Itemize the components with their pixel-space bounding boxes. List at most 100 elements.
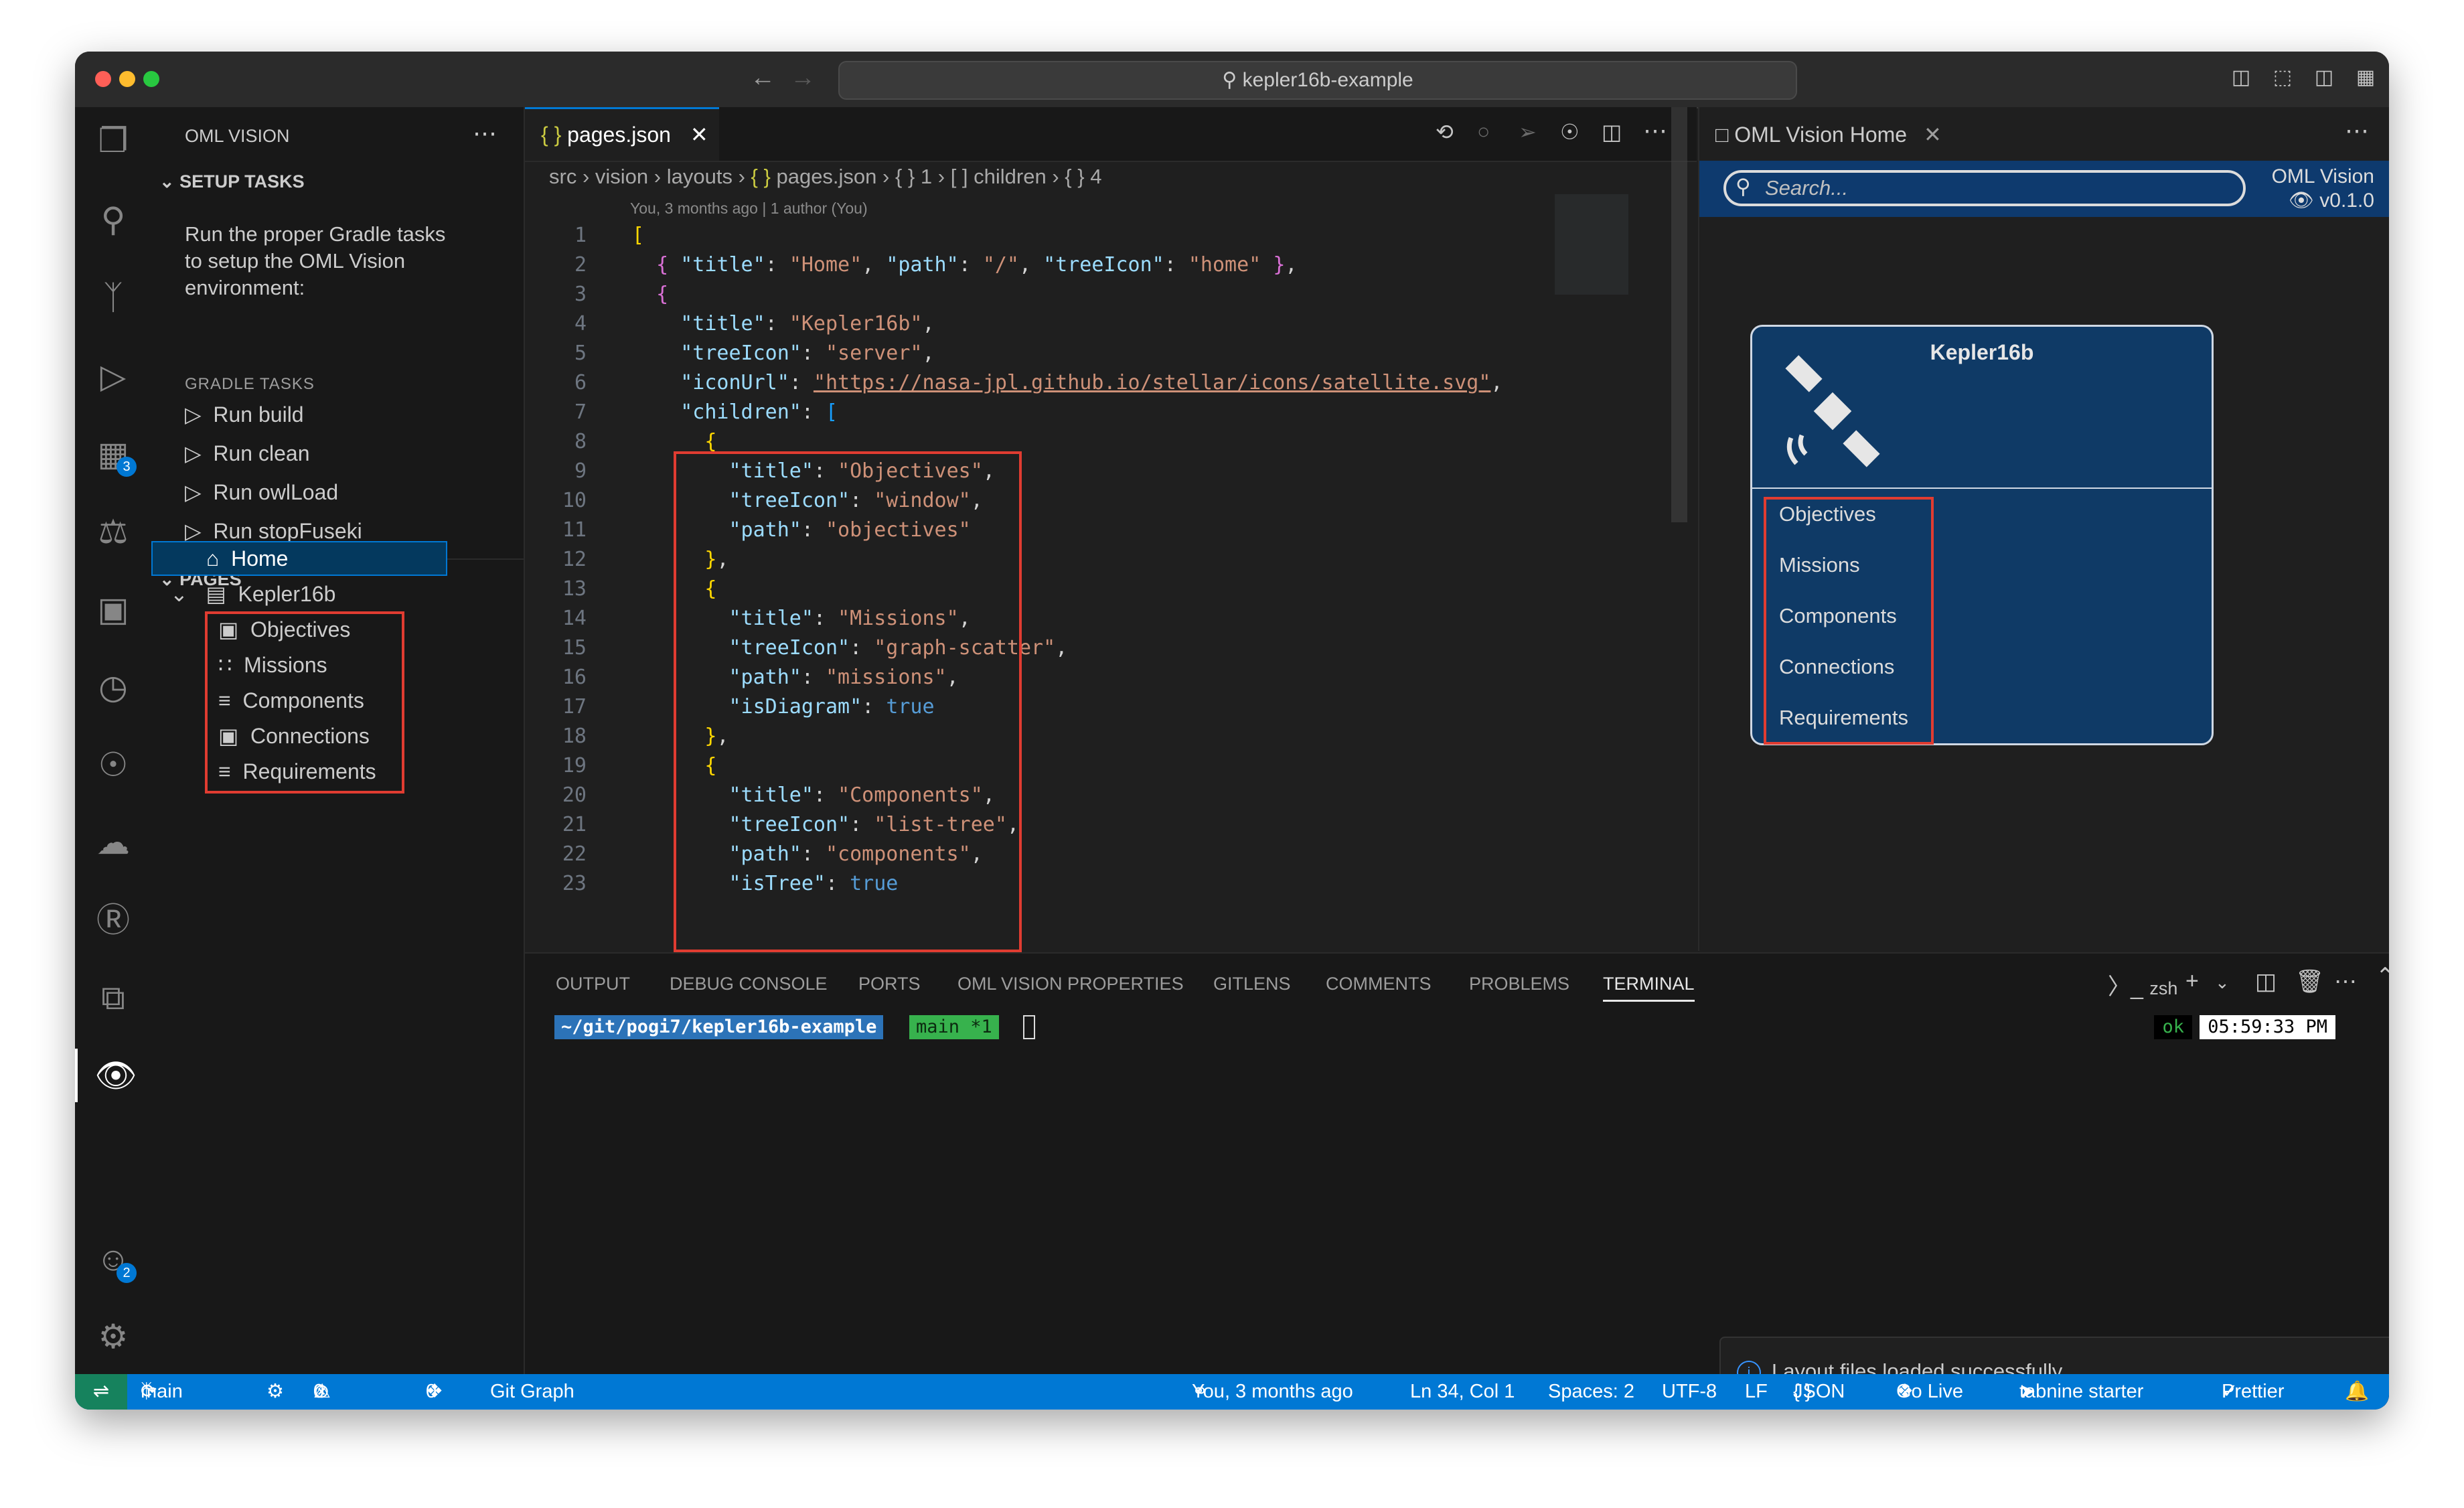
indentation[interactable]: Spaces: 2 xyxy=(1548,1374,1634,1410)
page-home[interactable]: ⌂ Home xyxy=(206,541,288,576)
split-terminal-icon[interactable]: ◫ xyxy=(2255,968,2277,995)
toggle-secondary-sidebar-icon[interactable]: ◫ xyxy=(2313,66,2335,89)
breadcrumb-vision[interactable]: vision xyxy=(595,165,648,188)
close-window-button[interactable] xyxy=(95,71,111,87)
timeline-icon[interactable]: ◷ xyxy=(75,660,151,714)
testing-icon[interactable]: ⚖ xyxy=(75,505,151,558)
encoding[interactable]: UTF-8 xyxy=(1662,1374,1717,1410)
setup-tasks-header[interactable]: ⌄ SETUP TASKS xyxy=(159,171,305,192)
tab-ports[interactable]: PORTS xyxy=(858,974,921,994)
settings-gear-icon[interactable]: ⚙ xyxy=(75,1310,151,1363)
chevron-down-icon[interactable]: ⌄ xyxy=(2215,972,2230,993)
minimap[interactable] xyxy=(1555,194,1628,295)
oml-vision-home-panel: □ OML Vision Home ✕ ⋯ ⚲ Search... OML Vi… xyxy=(1698,107,2389,951)
explorer-icon[interactable]: ❐ xyxy=(75,114,151,167)
end-of-line[interactable]: LF xyxy=(1745,1374,1768,1410)
tabnine-logo-icon: ➤ xyxy=(2019,1381,2036,1402)
extensions-icon[interactable]: ▦ xyxy=(75,427,151,481)
live-share-icon[interactable]: ⧉ xyxy=(75,971,151,1025)
bottom-panel: OUTPUT DEBUG CONSOLE PORTS OML VISION PR… xyxy=(525,952,2389,1406)
sync-icon: ⟳ xyxy=(141,1381,157,1402)
terminal-shell-icon[interactable]: 〉_ zsh xyxy=(2108,968,2177,1001)
task-run-clean[interactable]: ▷ Run clean xyxy=(185,441,309,466)
toggle-panel-icon[interactable]: ⬚ xyxy=(2271,66,2294,89)
task-run-build[interactable]: ▷ Run build xyxy=(185,402,304,427)
close-tab-icon[interactable]: ✕ xyxy=(690,123,708,147)
play-icon: ▷ xyxy=(185,480,214,504)
gitlens-icon[interactable]: ☉ xyxy=(75,738,151,791)
card-divider xyxy=(1752,487,2212,489)
search-icon: ⚲ xyxy=(1222,69,1243,91)
play-icon: ▷ xyxy=(185,519,214,543)
oml-toolbar: ⚲ Search... OML Vision 👁 v0.1.0 xyxy=(1699,161,2389,217)
codelens-blame[interactable]: You, 3 months ago | 1 author (You) xyxy=(630,200,868,218)
breadcrumb-file[interactable]: pages.json xyxy=(776,165,876,188)
breadcrumb-array-1[interactable]: 1 xyxy=(921,165,932,188)
task-run-stopfuseki[interactable]: ▷ Run stopFuseki xyxy=(185,518,362,544)
icon-url-link[interactable]: "https://nasa-jpl.github.io/stellar/icon… xyxy=(814,371,1490,394)
remote-explorer-icon[interactable]: ▣ xyxy=(75,583,151,636)
search-icon: ⚲ xyxy=(1736,175,1751,198)
breadcrumb-children[interactable]: children xyxy=(974,165,1047,188)
tab-terminal[interactable]: TERMINAL xyxy=(1603,974,1695,1002)
open-changes-icon[interactable]: ☉ xyxy=(1560,119,1580,145)
trash-icon[interactable]: 🗑 xyxy=(2295,968,2324,995)
tab-comments[interactable]: COMMENTS xyxy=(1326,974,1432,994)
more-actions-icon[interactable]: ⋯ xyxy=(473,119,497,147)
previous-change-icon[interactable]: ○ xyxy=(1477,119,1490,144)
forward-arrow-icon[interactable]: → xyxy=(790,64,816,92)
sidebar-title: OML VISION xyxy=(185,126,290,146)
tab-output[interactable]: OUTPUT xyxy=(556,974,630,994)
page-kepler16b[interactable]: ⌄ ▤ Kepler16b xyxy=(170,577,335,611)
next-change-icon[interactable]: ➢ xyxy=(1519,119,1537,145)
editor-scrollbar[interactable] xyxy=(1671,107,1687,522)
chevron-down-icon: ⌄ xyxy=(159,171,180,192)
breadcrumb-layouts[interactable]: layouts xyxy=(667,165,733,188)
tab-debug-console[interactable]: DEBUG CONSOLE xyxy=(670,974,828,994)
play-icon: ▷ xyxy=(185,402,214,427)
timeline-compare-icon[interactable]: ⟲ xyxy=(1436,119,1454,145)
gradle-elephant-icon[interactable]: ☁ xyxy=(75,816,151,869)
tab-pages-json[interactable]: { } pages.json ✕ xyxy=(525,107,719,161)
close-tab-icon[interactable]: ✕ xyxy=(1924,123,1942,147)
json-file-icon: { } xyxy=(541,123,568,147)
search-icon[interactable]: ⚲ xyxy=(75,193,151,246)
search-input[interactable]: ⚲ Search... xyxy=(1723,170,2246,206)
tab-gitlens[interactable]: GITLENS xyxy=(1213,974,1291,994)
new-terminal-plus-icon[interactable]: + xyxy=(2185,968,2199,994)
satellite-icon xyxy=(1785,355,1880,467)
tab-oml-vision-properties[interactable]: OML VISION PROPERTIES xyxy=(957,974,1184,994)
command-center-search[interactable]: ⚲ kepler16b-example xyxy=(838,61,1797,100)
status-bar: ⇌ ᛉ main ⟳ ⚙ ⊗ 0 ⚠ 0 ❖ 0 Git Graph ⚭ You… xyxy=(75,1374,2389,1410)
source-control-icon[interactable]: ᛉ xyxy=(75,271,151,324)
breadcrumb-item-4[interactable]: 4 xyxy=(1090,165,1101,188)
notifications-bell-icon[interactable]: 🔔 xyxy=(2345,1374,2369,1410)
back-arrow-icon[interactable]: ← xyxy=(750,64,775,92)
accounts-icon[interactable]: ☺ xyxy=(75,1232,151,1286)
breadcrumb-src[interactable]: src xyxy=(549,165,576,188)
oml-vision-eye-icon[interactable]: 👁 xyxy=(75,1049,154,1102)
tab-problems[interactable]: PROBLEMS xyxy=(1469,974,1569,994)
more-actions-icon[interactable]: ⋯ xyxy=(2334,968,2357,995)
run-debug-icon[interactable]: ▷ xyxy=(75,350,151,403)
more-actions-icon[interactable]: ⋯ xyxy=(1643,117,1667,145)
git-stash-icon[interactable]: ⚙ xyxy=(266,1374,284,1410)
tab-oml-vision-home[interactable]: □ OML Vision Home ✕ xyxy=(1699,107,1970,161)
remote-indicator-icon[interactable]: ⇌ xyxy=(75,1374,127,1410)
maximize-panel-icon[interactable]: ⌃ xyxy=(2376,963,2389,990)
minimize-window-button[interactable] xyxy=(119,71,135,87)
cursor-position[interactable]: Ln 34, Col 1 xyxy=(1410,1374,1515,1410)
version-info: OML Vision 👁 v0.1.0 xyxy=(2271,165,2374,212)
git-graph-button[interactable]: Git Graph xyxy=(490,1374,574,1410)
editor-group: { } pages.json ✕ ⟲ ○ ➢ ☉ ◫ ⋯ src › visio… xyxy=(525,107,1697,952)
split-editor-icon[interactable]: ◫ xyxy=(1602,119,1622,145)
toggle-sidebar-icon[interactable]: ◫ xyxy=(2230,66,2252,89)
maximize-window-button[interactable] xyxy=(143,71,159,87)
task-run-owlload[interactable]: ▷ Run owlLoad xyxy=(185,479,338,505)
file-icon: □ xyxy=(1715,123,1735,147)
more-actions-icon[interactable]: ⋯ xyxy=(2345,117,2369,145)
setup-description: Run the proper Gradle tasks to setup the… xyxy=(185,222,446,299)
customize-layout-icon[interactable]: ▦ xyxy=(2354,66,2377,89)
r-language-icon[interactable]: Ⓡ xyxy=(75,893,151,947)
vscode-window: ← → ⚲ kepler16b-example ◫ ⬚ ◫ ▦ ❐ ⚲ ᛉ ▷ … xyxy=(75,52,2389,1410)
